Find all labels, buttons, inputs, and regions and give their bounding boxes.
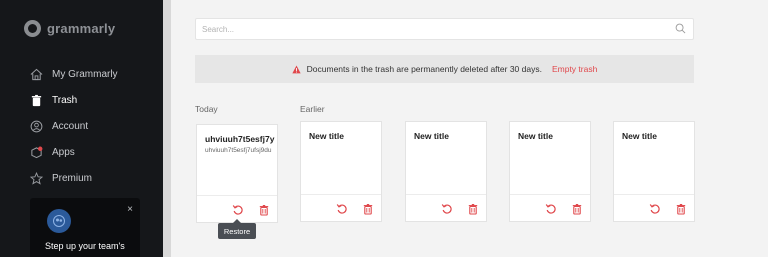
sidebar-divider: [163, 0, 171, 257]
sidebar-nav: My Grammarly Trash Account Apps Premium: [29, 61, 118, 191]
grammarly-logo-icon: [24, 20, 41, 37]
sidebar-item-label: Account: [52, 120, 89, 132]
search-icon[interactable]: [675, 23, 686, 34]
warning-icon: [292, 64, 301, 73]
document-title: New title: [518, 131, 553, 141]
document-title: New title: [309, 131, 344, 141]
trash-notice-banner: Documents in the trash are permanently d…: [195, 55, 694, 83]
banner-message: Documents in the trash are permanently d…: [306, 64, 542, 74]
sidebar-item-label: Apps: [52, 146, 75, 158]
delete-forever-icon[interactable]: [571, 202, 583, 215]
team-promo-card: × Step up your team's: [30, 198, 140, 257]
sidebar: grammarly My Grammarly Trash Account App…: [0, 0, 163, 257]
trash-icon: [29, 93, 43, 107]
grammarly-logo[interactable]: grammarly: [24, 20, 115, 37]
card-actions: [510, 194, 590, 221]
document-title: New title: [622, 131, 657, 141]
delete-forever-icon[interactable]: [362, 202, 374, 215]
search-input[interactable]: [196, 19, 666, 40]
sidebar-item-premium[interactable]: Premium: [29, 165, 118, 191]
restore-icon[interactable]: [649, 202, 661, 214]
star-icon: [29, 171, 43, 185]
sidebar-item-label: Trash: [52, 94, 78, 106]
document-card[interactable]: New title: [509, 121, 591, 222]
document-card[interactable]: New title: [300, 121, 382, 222]
card-actions: [301, 194, 381, 221]
restore-tooltip: Restore: [218, 219, 256, 239]
card-actions: [614, 194, 694, 221]
close-icon[interactable]: ×: [127, 204, 133, 215]
sidebar-item-apps[interactable]: Apps: [29, 139, 118, 165]
sidebar-item-label: My Grammarly: [52, 68, 118, 80]
document-card[interactable]: New title: [405, 121, 487, 222]
logo-text: grammarly: [47, 21, 116, 36]
restore-icon[interactable]: [336, 202, 348, 214]
promo-text: Step up your team's: [45, 241, 125, 251]
document-card[interactable]: New title: [613, 121, 695, 222]
apps-icon: [29, 145, 43, 159]
section-label-today: Today: [195, 104, 218, 114]
restore-icon[interactable]: [545, 202, 557, 214]
section-label-earlier: Earlier: [300, 104, 325, 114]
team-icon: [47, 209, 71, 233]
card-actions: [197, 195, 277, 222]
document-preview: uhviuuh7t5esfj7ufsj9du: [205, 147, 272, 154]
empty-trash-link[interactable]: Empty trash: [552, 64, 597, 74]
restore-icon[interactable]: [441, 202, 453, 214]
document-card[interactable]: uhviuuh7t5esfj7y uhviuuh7t5esfj7ufsj9du: [196, 124, 278, 223]
search-bar: [195, 18, 694, 40]
sidebar-item-my-grammarly[interactable]: My Grammarly: [29, 61, 118, 87]
document-title: uhviuuh7t5esfj7y: [205, 134, 275, 144]
delete-forever-icon[interactable]: [675, 202, 687, 215]
main-content: Documents in the trash are permanently d…: [171, 0, 768, 257]
account-icon: [29, 119, 43, 133]
sidebar-item-account[interactable]: Account: [29, 113, 118, 139]
sidebar-item-trash[interactable]: Trash: [29, 87, 118, 113]
card-actions: [406, 194, 486, 221]
document-title: New title: [414, 131, 449, 141]
delete-forever-icon[interactable]: [258, 203, 270, 216]
home-icon: [29, 67, 43, 81]
delete-forever-icon[interactable]: [467, 202, 479, 215]
sidebar-item-label: Premium: [52, 172, 93, 184]
restore-icon[interactable]: [232, 203, 244, 215]
